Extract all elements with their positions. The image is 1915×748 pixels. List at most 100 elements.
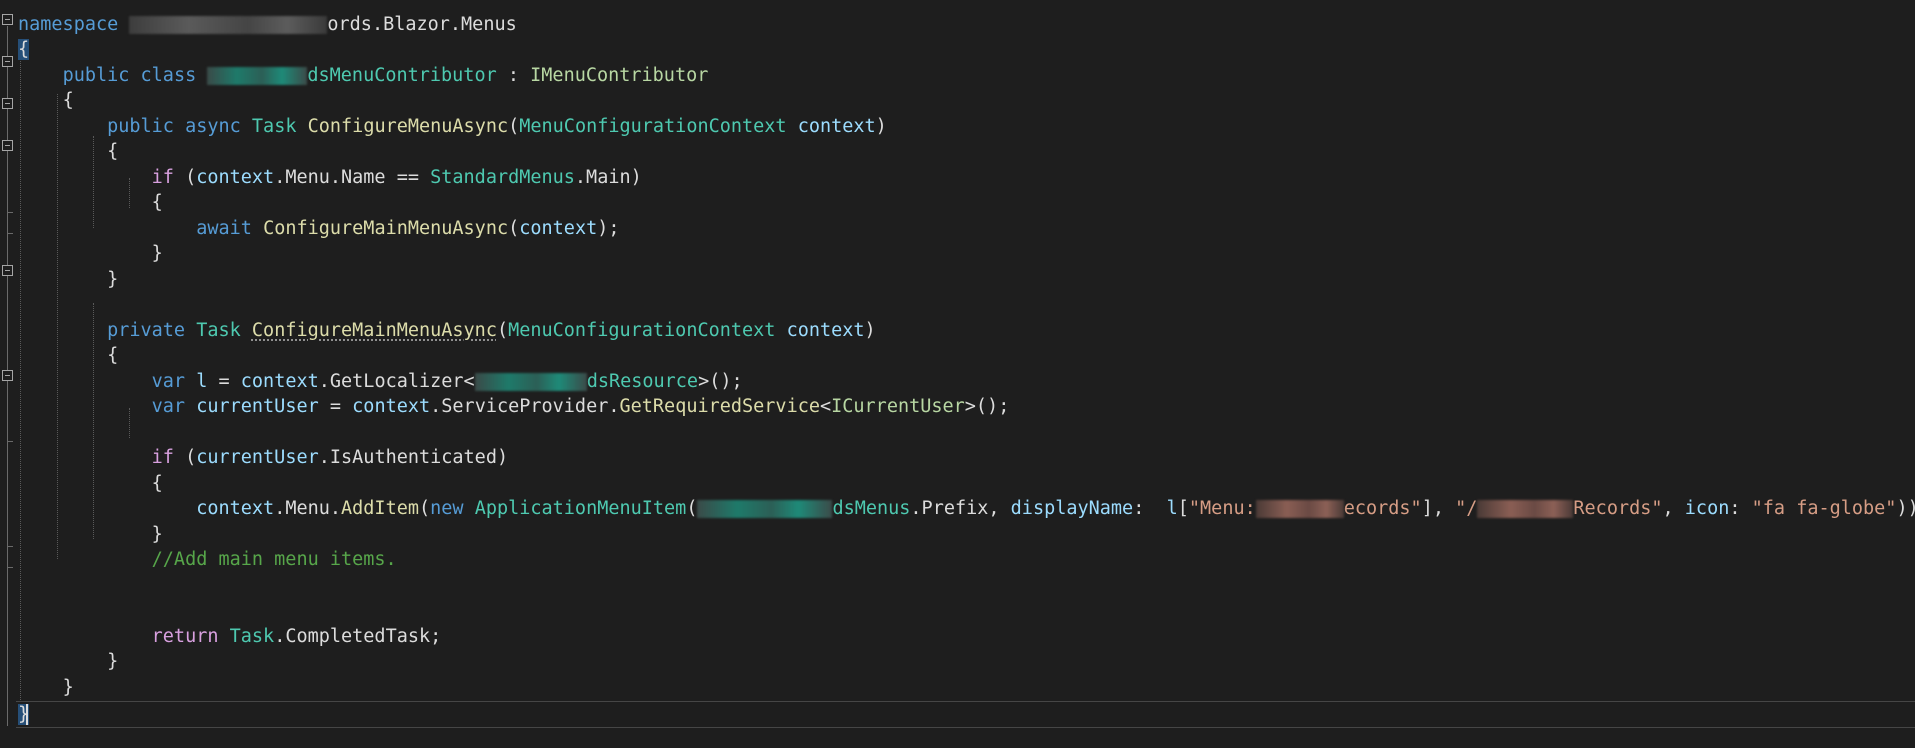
- code-line-14[interactable]: {: [18, 343, 118, 368]
- fold-end-marker: [7, 546, 13, 547]
- keyword: class: [140, 65, 197, 86]
- variable: currentUser: [196, 447, 319, 468]
- parameter: context: [786, 320, 865, 341]
- code-line-25[interactable]: return Task.CompletedTask;: [18, 624, 442, 649]
- keyword: namespace: [18, 14, 119, 35]
- type-name: dsMenus: [832, 498, 911, 519]
- code-line-4[interactable]: {: [18, 88, 74, 113]
- code-line-18[interactable]: if (currentUser.IsAuthenticated): [18, 445, 508, 470]
- redacted-text: [1255, 500, 1344, 518]
- punctuation: [: [1177, 498, 1189, 519]
- parameter: context: [352, 396, 431, 417]
- string-literal: "fa fa-globe": [1751, 498, 1897, 519]
- interface-name: ICurrentUser: [831, 396, 965, 417]
- member-access: .GetLocalizer<: [318, 371, 475, 392]
- keyword: public: [107, 116, 174, 137]
- method-name: ConfigureMainMenuAsync: [263, 218, 509, 239]
- punctuation: ,: [1662, 498, 1685, 519]
- brace: {: [151, 192, 163, 213]
- code-line-7[interactable]: if (context.Menu.Name == StandardMenus.M…: [18, 165, 642, 190]
- collapse-if-icon[interactable]: [2, 140, 13, 151]
- string-literal: Records": [1573, 498, 1663, 519]
- outlining-margin: [0, 0, 16, 748]
- punctuation: );: [597, 218, 620, 239]
- code-line-13[interactable]: private Task ConfigureMainMenuAsync(Menu…: [18, 318, 876, 343]
- code-line-10[interactable]: }: [18, 241, 163, 266]
- punctuation: (: [418, 498, 431, 519]
- code-line-1[interactable]: namespace ords.Blazor.Menus: [18, 12, 517, 37]
- code-line-22[interactable]: //Add main menu items.: [18, 547, 397, 572]
- comment: //Add main menu items.: [151, 549, 397, 570]
- punctuation: (: [686, 498, 698, 519]
- fold-end-marker: [7, 441, 13, 442]
- named-argument: icon: [1684, 498, 1730, 519]
- punctuation: (: [496, 320, 509, 341]
- member-access: .Menu.Name ==: [274, 167, 431, 188]
- type-name: dsResource: [586, 371, 699, 392]
- parameter: context: [196, 167, 275, 188]
- code-line-21[interactable]: }: [18, 522, 163, 547]
- collapse-if-icon[interactable]: [2, 370, 13, 381]
- collapse-method-icon[interactable]: [2, 265, 13, 276]
- member-access: .IsAuthenticated): [318, 447, 509, 468]
- punctuation: :: [1729, 498, 1752, 519]
- punctuation: (: [508, 218, 520, 239]
- parameter: context: [240, 371, 319, 392]
- interface-name: IMenuContributor: [530, 65, 709, 86]
- code-line-8[interactable]: {: [18, 190, 163, 215]
- type-name: MenuConfigurationContext: [519, 116, 787, 137]
- punctuation: ): [864, 320, 876, 341]
- member-access: .Main): [574, 167, 642, 188]
- code-line-27[interactable]: }: [18, 675, 74, 700]
- punctuation: >();: [964, 396, 1010, 417]
- parameter: context: [519, 218, 598, 239]
- keyword: if: [151, 447, 174, 468]
- punctuation: ],: [1421, 498, 1456, 519]
- redacted-text: [697, 500, 833, 518]
- code-line-19[interactable]: {: [18, 471, 163, 496]
- code-editor[interactable]: namespace ords.Blazor.Menus { public cla…: [0, 0, 1915, 748]
- string-literal: ecords": [1343, 498, 1422, 519]
- method-name: ConfigureMenuAsync: [307, 116, 509, 137]
- brace: }: [62, 677, 74, 698]
- string-literal: "Menu:: [1188, 498, 1256, 519]
- code-line-26[interactable]: }: [18, 649, 118, 674]
- collapse-class-icon[interactable]: [2, 56, 13, 67]
- brace: {: [151, 473, 163, 494]
- code-line-3[interactable]: public class dsMenuContributor : IMenuCo…: [18, 63, 709, 88]
- keyword: if: [151, 167, 174, 188]
- text-caret: [26, 704, 28, 725]
- code-line-6[interactable]: {: [18, 139, 118, 164]
- string-literal: "/: [1455, 498, 1478, 519]
- type-name: Task: [196, 320, 241, 341]
- collapse-namespace-icon[interactable]: [2, 14, 13, 25]
- code-line-9[interactable]: await ConfigureMainMenuAsync(context);: [18, 216, 620, 241]
- type-name: StandardMenus: [430, 167, 575, 188]
- punctuation: >();: [698, 371, 743, 392]
- code-line-2[interactable]: {: [18, 37, 30, 62]
- keyword: async: [185, 116, 241, 137]
- code-line-15[interactable]: var l = context.GetLocalizer< dsResource>…: [18, 369, 743, 394]
- operator: =: [318, 396, 353, 417]
- method-name: GetRequiredService: [619, 396, 820, 417]
- code-line-16[interactable]: var currentUser = context.ServiceProvide…: [18, 394, 1010, 419]
- brace: }: [151, 243, 163, 264]
- punctuation: :: [496, 65, 531, 86]
- current-line-highlight: [16, 701, 1915, 728]
- namespace-name: ords.Blazor.Menus: [327, 14, 517, 35]
- redacted-text: [1477, 500, 1574, 518]
- code-line-11[interactable]: }: [18, 267, 118, 292]
- method-name: AddItem: [341, 498, 419, 519]
- code-line-5[interactable]: public async Task ConfigureMenuAsync(Men…: [18, 114, 887, 139]
- operator: =: [207, 371, 241, 392]
- redacted-text: [474, 373, 587, 391]
- fold-end-marker: [7, 212, 13, 213]
- brace: }: [107, 269, 119, 290]
- class-name: dsMenuContributor: [307, 65, 497, 86]
- member-access: .Menu.: [274, 498, 342, 519]
- member-access: .Prefix,: [910, 498, 1011, 519]
- punctuation: ): [875, 116, 887, 137]
- collapse-method-icon[interactable]: [2, 98, 13, 109]
- member-access: .ServiceProvider.: [430, 396, 620, 417]
- code-line-20[interactable]: context.Menu.AddItem(new ApplicationMenu…: [18, 496, 1915, 521]
